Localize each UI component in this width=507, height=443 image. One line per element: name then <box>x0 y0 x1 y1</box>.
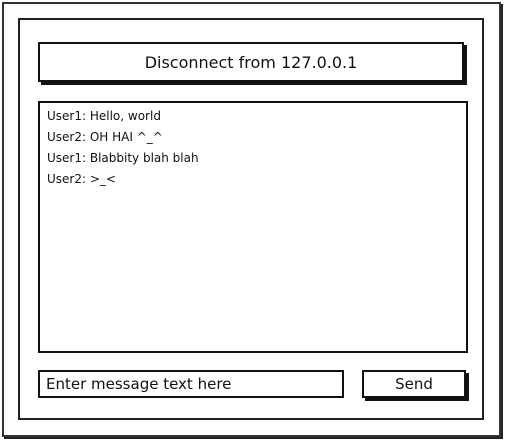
message-input[interactable]: Enter message text here <box>38 370 344 398</box>
send-button[interactable]: Send <box>362 370 466 398</box>
disconnect-button[interactable]: Disconnect from 127.0.0.1 <box>38 42 464 82</box>
chat-log[interactable]: User1: Hello, world User2: OH HAI ^_^ Us… <box>38 101 468 353</box>
chat-message: User2: >_< <box>47 172 116 186</box>
chat-message: User2: OH HAI ^_^ <box>47 130 163 144</box>
chat-message: User1: Hello, world <box>47 109 161 123</box>
chat-message: User1: Blabbity blah blah <box>47 151 199 165</box>
